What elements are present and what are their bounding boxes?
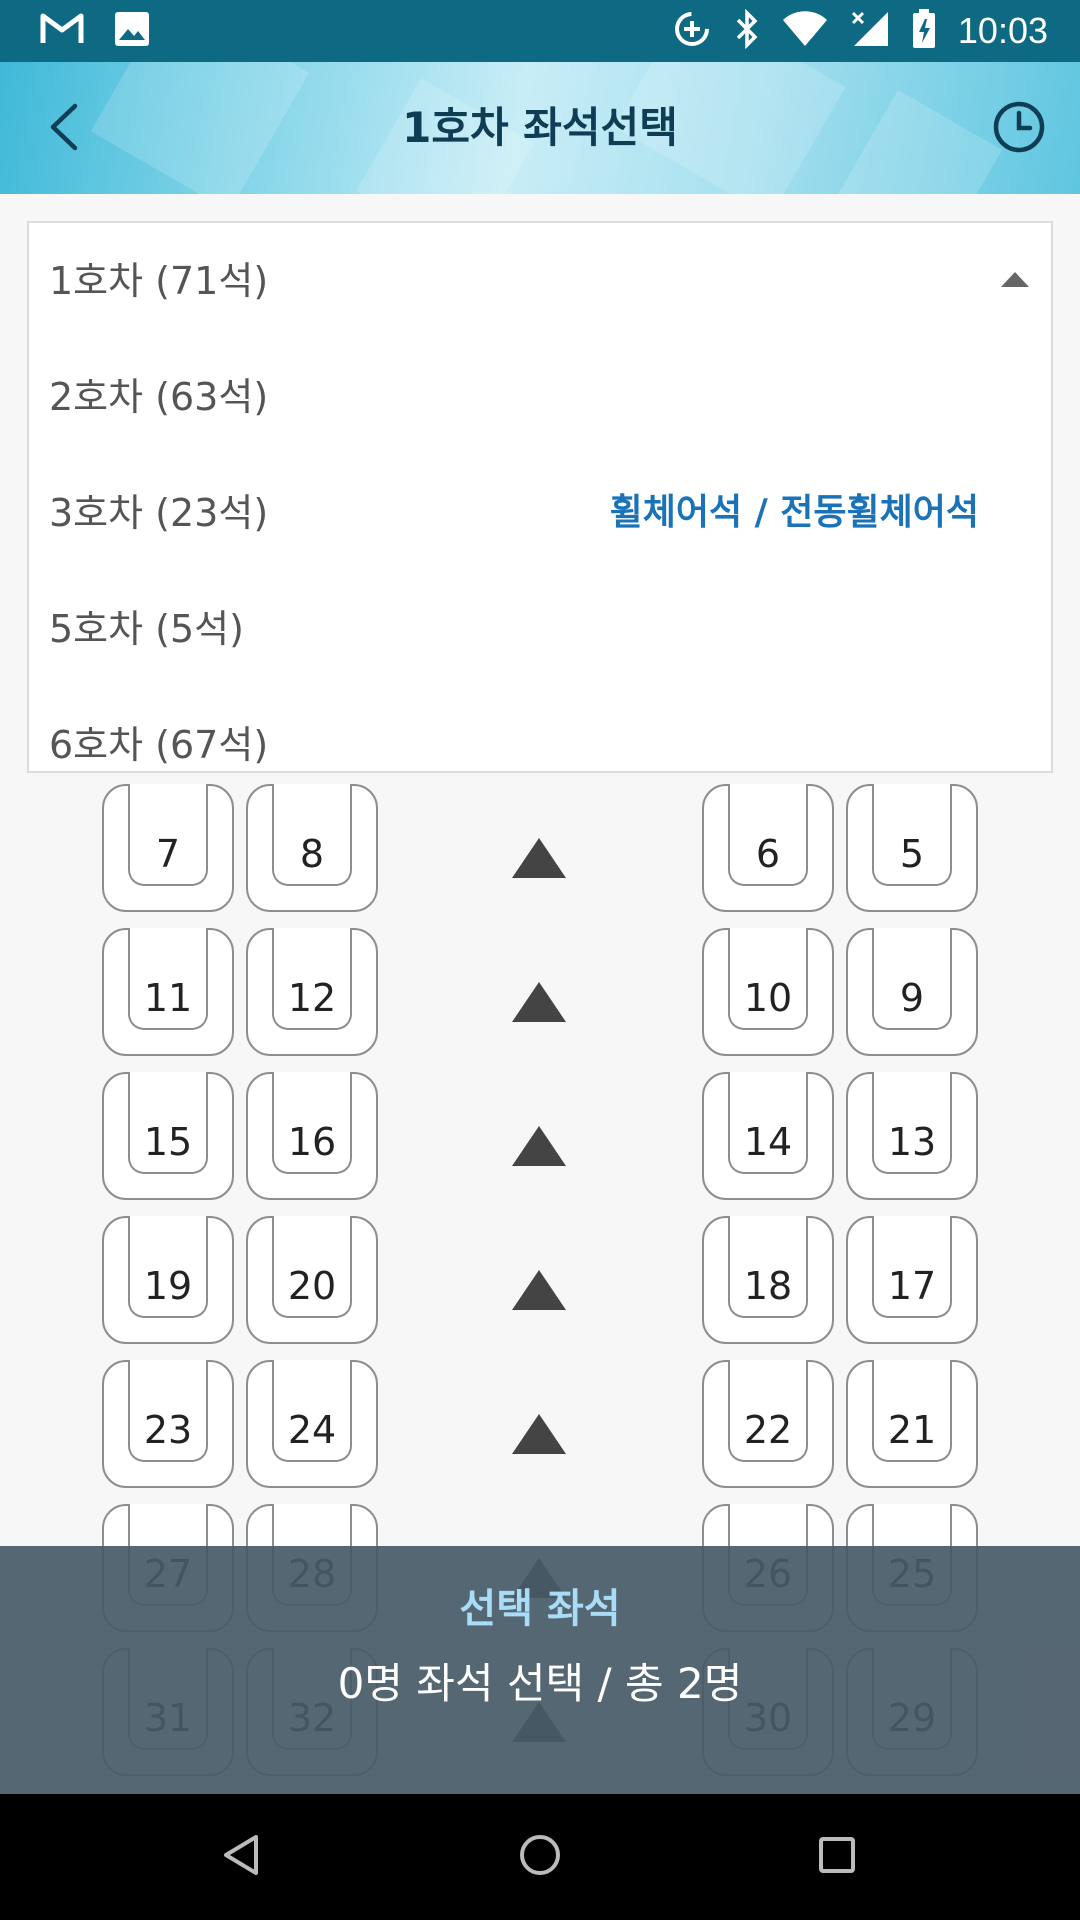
seat-number: 13	[887, 1120, 937, 1164]
seat-10[interactable]: 10	[702, 928, 834, 1056]
dropdown-option-label: 2호차 (63석)	[49, 375, 269, 419]
seat-11[interactable]: 11	[102, 928, 234, 1056]
aisle-direction-arrow-icon	[512, 982, 566, 1022]
seat-number: 18	[743, 1264, 793, 1308]
seat-number: 24	[287, 1408, 337, 1452]
image-icon	[114, 11, 150, 51]
wheelchair-seat-note: 휠체어석 / 전동휠체어석	[609, 492, 979, 533]
dropdown-option-car-2[interactable]: 2호차 (63석)	[29, 339, 1051, 455]
navigation-bar	[0, 1794, 1080, 1920]
clock-icon	[992, 100, 1046, 158]
seat-14[interactable]: 14	[702, 1072, 834, 1200]
seat-17[interactable]: 17	[846, 1216, 978, 1344]
dropdown-option-label: 1호차 (71석)	[49, 259, 269, 303]
status-bar: 10:03	[0, 0, 1080, 62]
selection-summary: 선택 좌석 0명 좌석 선택 / 총 2명	[0, 1546, 1080, 1794]
seat-number: 10	[743, 976, 793, 1020]
seat-number: 12	[287, 976, 337, 1020]
seat-number: 22	[743, 1408, 793, 1452]
recents-square-icon	[817, 1835, 857, 1879]
nav-recents-button[interactable]	[802, 1822, 872, 1892]
dropdown-option-label: 5호차 (5석)	[49, 607, 244, 651]
data-saver-icon	[672, 9, 712, 53]
nav-home-button[interactable]	[505, 1822, 575, 1892]
seat-number: 8	[299, 832, 325, 876]
history-button[interactable]	[984, 94, 1054, 164]
back-triangle-icon	[221, 1833, 261, 1881]
battery-charging-icon	[912, 9, 936, 53]
seat-6[interactable]: 6	[702, 784, 834, 912]
seat-number: 5	[899, 832, 925, 876]
dropdown-option-car-5[interactable]: 5호차 (5석)	[29, 571, 1051, 687]
seat-24[interactable]: 24	[246, 1360, 378, 1488]
seat-7[interactable]: 7	[102, 784, 234, 912]
header: 1호차 좌석선택	[0, 62, 1080, 194]
seat-9[interactable]: 9	[846, 928, 978, 1056]
seat-number: 9	[899, 976, 925, 1020]
seat-number: 14	[743, 1120, 793, 1164]
gmail-icon	[40, 12, 84, 50]
dropdown-option-car-6[interactable]: 6호차 (67석)	[29, 687, 1051, 803]
seat-16[interactable]: 16	[246, 1072, 378, 1200]
nav-back-button[interactable]	[206, 1822, 276, 1892]
seat-20[interactable]: 20	[246, 1216, 378, 1344]
dropdown-option-car-3[interactable]: 3호차 (23석) 휠체어석 / 전동휠체어석	[29, 455, 1051, 571]
seat-number: 6	[755, 832, 781, 876]
seat-number: 21	[887, 1408, 937, 1452]
seat-13[interactable]: 13	[846, 1072, 978, 1200]
car-select-dropdown: 1호차 (71석) 2호차 (63석) 3호차 (23석) 휠체어석 / 전동휠…	[27, 221, 1053, 773]
wifi-icon	[782, 11, 828, 51]
dropdown-option-label: 6호차 (67석)	[49, 723, 269, 767]
seat-number: 11	[143, 976, 193, 1020]
seat-12[interactable]: 12	[246, 928, 378, 1056]
status-time: 10:03	[957, 10, 1048, 51]
seat-number: 17	[887, 1264, 937, 1308]
seat-21[interactable]: 21	[846, 1360, 978, 1488]
seat-number: 19	[143, 1264, 193, 1308]
dropdown-option-label: 3호차 (23석)	[49, 491, 269, 535]
bluetooth-icon	[734, 8, 760, 53]
seat-23[interactable]: 23	[102, 1360, 234, 1488]
aisle-direction-arrow-icon	[512, 1126, 566, 1166]
summary-title: 선택 좌석	[459, 1586, 621, 1632]
dropdown-option-car-1[interactable]: 1호차 (71석)	[29, 223, 1051, 339]
seat-22[interactable]: 22	[702, 1360, 834, 1488]
seat-15[interactable]: 15	[102, 1072, 234, 1200]
seat-number: 7	[155, 832, 181, 876]
aisle-direction-arrow-icon	[512, 1414, 566, 1454]
seat-number: 15	[143, 1120, 193, 1164]
aisle-direction-arrow-icon	[512, 838, 566, 878]
caret-up-icon[interactable]	[1001, 272, 1029, 287]
seat-8[interactable]: 8	[246, 784, 378, 912]
summary-text: 0명 좌석 선택 / 총 2명	[337, 1659, 743, 1708]
aisle-direction-arrow-icon	[512, 1270, 566, 1310]
no-signal-icon	[850, 10, 890, 52]
seat-5[interactable]: 5	[846, 784, 978, 912]
page-title: 1호차 좌석선택	[402, 103, 678, 152]
seat-number: 16	[287, 1120, 337, 1164]
home-circle-icon	[518, 1833, 562, 1881]
seat-number: 23	[143, 1408, 193, 1452]
seat-19[interactable]: 19	[102, 1216, 234, 1344]
seat-number: 20	[287, 1264, 337, 1308]
seat-18[interactable]: 18	[702, 1216, 834, 1344]
